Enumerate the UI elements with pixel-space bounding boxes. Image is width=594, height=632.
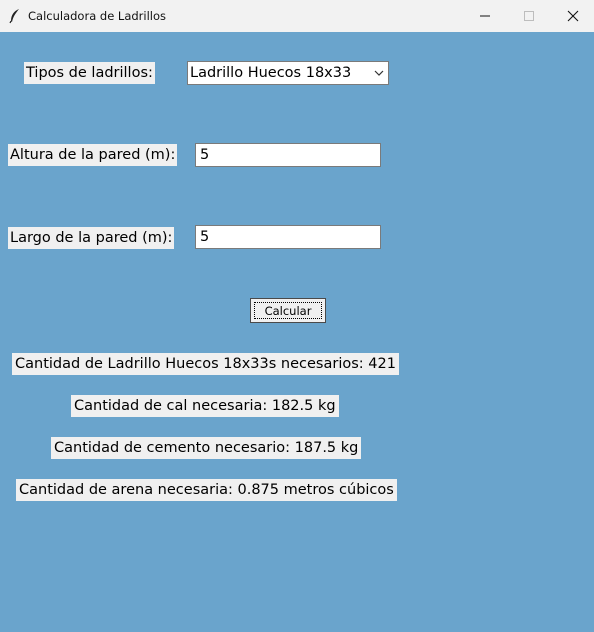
wall-length-input[interactable] (195, 225, 381, 249)
chevron-down-icon[interactable] (373, 67, 385, 83)
close-button[interactable] (550, 0, 594, 32)
wall-length-label: Largo de la pared (m): (8, 227, 175, 249)
wall-height-input[interactable] (195, 143, 381, 167)
window-title: Calculadora de Ladrillos (28, 9, 167, 23)
maximize-button[interactable] (506, 0, 552, 32)
wall-height-label: Altura de la pared (m): (8, 144, 178, 166)
brick-type-value: Ladrillo Huecos 18x33 (190, 65, 352, 81)
title-bar: Calculadora de Ladrillos (0, 0, 594, 32)
calculate-button[interactable]: Calcular (250, 298, 326, 323)
brick-type-select[interactable]: Ladrillo Huecos 18x33 (187, 61, 389, 85)
maximize-icon (524, 11, 534, 21)
minimize-button[interactable] (462, 0, 508, 32)
result-lime: Cantidad de cal necesaria: 182.5 kg (71, 395, 339, 417)
minimize-icon (480, 15, 490, 17)
feather-icon (8, 8, 22, 24)
result-sand: Cantidad de arena necesaria: 0.875 metro… (16, 479, 397, 501)
result-bricks: Cantidad de Ladrillo Huecos 18x33s neces… (12, 353, 399, 375)
brick-type-label: Tipos de ladrillos: (24, 62, 155, 84)
close-icon (567, 10, 579, 22)
result-cement: Cantidad de cemento necesario: 187.5 kg (51, 437, 362, 459)
calculate-button-label: Calcular (254, 302, 322, 319)
